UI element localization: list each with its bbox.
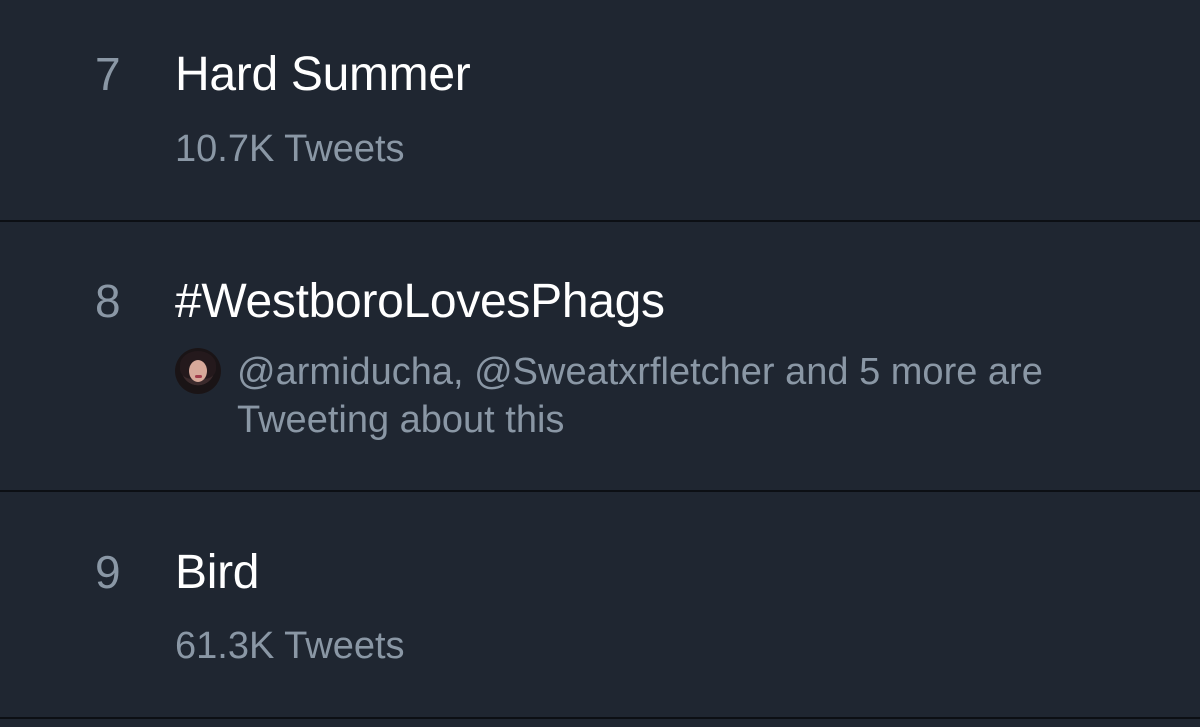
- trend-item-8[interactable]: 8 #WestboroLovesPhags @armiducha, @Sweat…: [0, 222, 1200, 490]
- context-line-2: Tweeting about this: [237, 399, 565, 441]
- avatar-face: [189, 360, 207, 382]
- trend-title[interactable]: #WestboroLovesPhags: [175, 278, 665, 326]
- trend-item-9[interactable]: 9 Bird 61.3K Tweets: [0, 492, 1200, 717]
- avatar[interactable]: [175, 348, 221, 394]
- trend-title[interactable]: Hard Summer: [175, 51, 471, 99]
- context-line-1: @armiducha, @Sweatxrfletcher and 5 more …: [237, 351, 1043, 393]
- avatar-lips: [195, 375, 202, 378]
- trend-rank: 7: [95, 48, 121, 100]
- trend-context: @armiducha, @Sweatxrfletcher and 5 more …: [175, 348, 1175, 448]
- trend-tweet-count: 10.7K Tweets: [175, 128, 405, 170]
- trend-rank: 9: [95, 546, 121, 598]
- trend-tweet-count: 61.3K Tweets: [175, 625, 405, 667]
- tweeting-about-context: @armiducha, @Sweatxrfletcher and 5 more …: [237, 348, 1137, 444]
- trend-divider: [0, 717, 1200, 719]
- trending-list: 7 Hard Summer 10.7K Tweets 8 #WestboroLo…: [0, 0, 1200, 727]
- trend-title[interactable]: Bird: [175, 549, 259, 597]
- trend-item-7[interactable]: 7 Hard Summer 10.7K Tweets: [0, 0, 1200, 220]
- trend-rank: 8: [95, 275, 121, 327]
